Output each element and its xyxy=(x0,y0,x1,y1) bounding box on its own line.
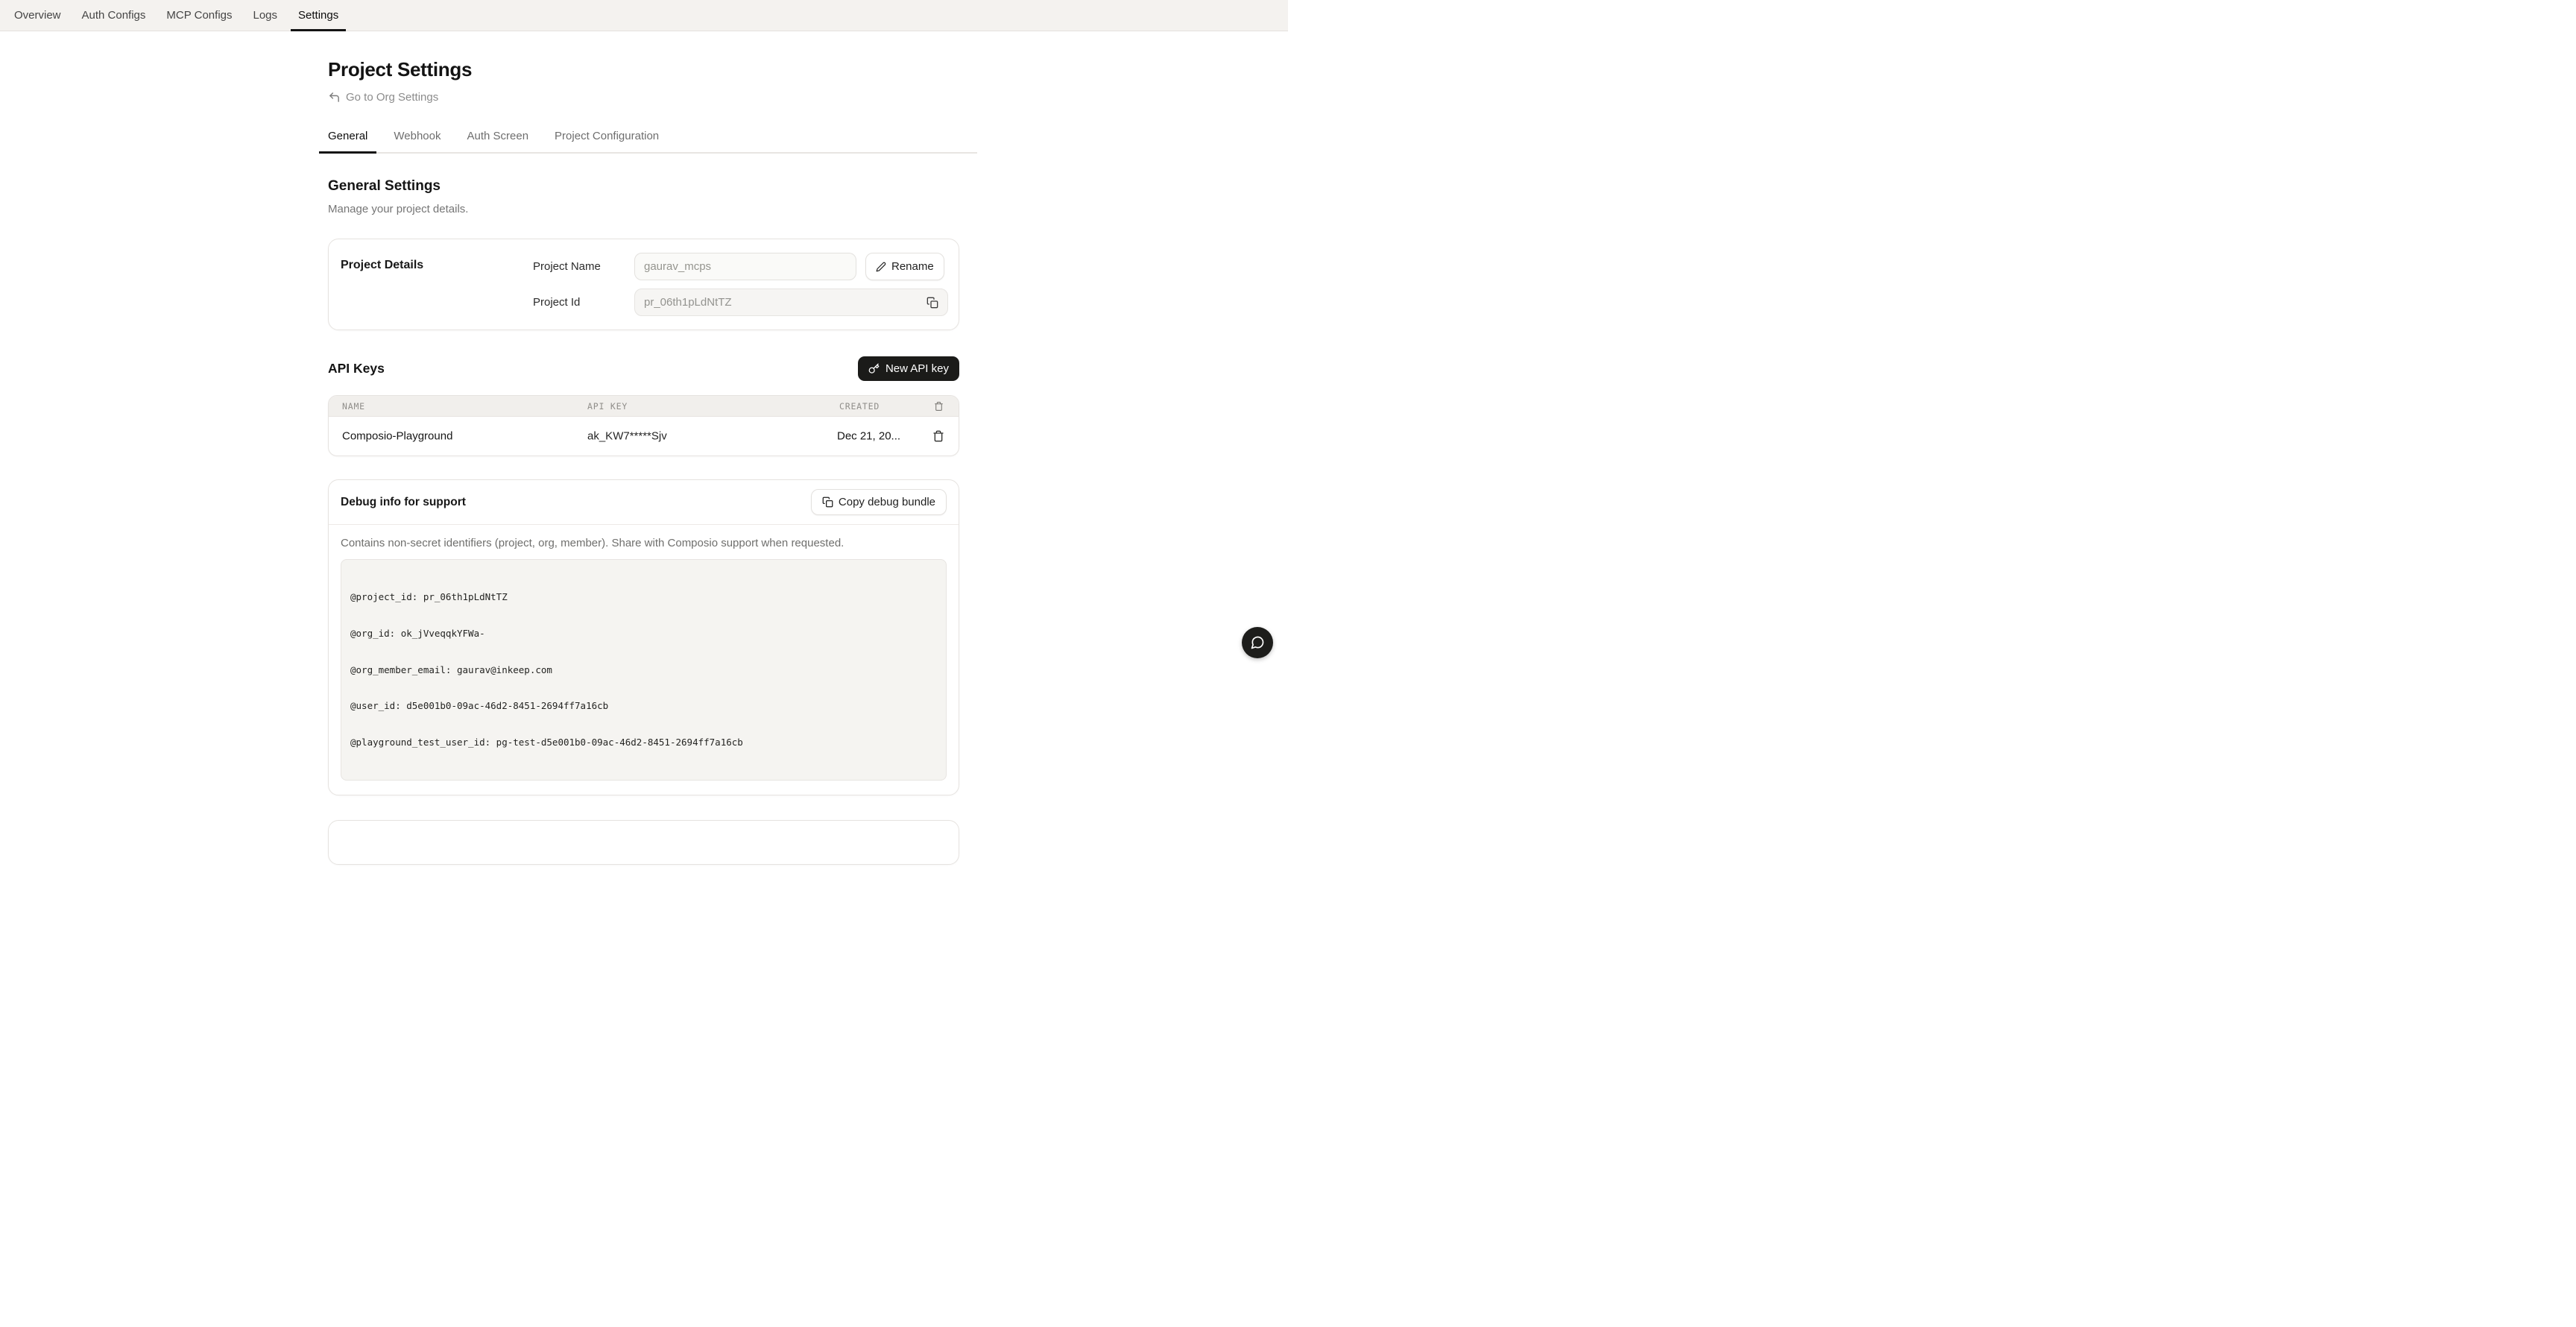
project-details-card: Project Details Project Name Rename Proj… xyxy=(328,239,959,330)
tab-webhook[interactable]: Webhook xyxy=(385,130,449,154)
rename-label: Rename xyxy=(891,260,934,273)
tab-auth-screen[interactable]: Auth Screen xyxy=(458,130,537,154)
new-api-key-label: New API key xyxy=(886,362,949,375)
debug-line-project-id: @project_id: pr_06th1pLdNtTZ xyxy=(350,591,937,603)
tab-general[interactable]: General xyxy=(319,130,376,154)
project-details-fields: Project Name Rename Project Id pr_06th1p… xyxy=(533,253,948,316)
project-details-title: Project Details xyxy=(341,253,533,316)
go-to-org-settings-label: Go to Org Settings xyxy=(346,91,438,104)
general-settings-heading: General Settings xyxy=(328,178,1288,195)
support-chat-button[interactable] xyxy=(1242,627,1273,658)
trash-icon xyxy=(934,401,944,411)
nav-item-mcp-configs[interactable]: MCP Configs xyxy=(159,0,239,31)
debug-card-header: Debug info for support Copy debug bundle xyxy=(329,480,959,525)
general-settings-subheading: Manage your project details. xyxy=(328,203,1288,215)
api-key-name: Composio-Playground xyxy=(342,430,452,443)
debug-bundle-code-block: @project_id: pr_06th1pLdNtTZ @org_id: ok… xyxy=(341,559,947,781)
settings-tabs: General Webhook Auth Screen Project Conf… xyxy=(319,130,977,154)
pencil-icon xyxy=(876,262,886,272)
next-section-card-partial xyxy=(328,820,959,865)
project-name-label: Project Name xyxy=(533,260,634,273)
delete-all-keys-button[interactable] xyxy=(934,401,944,411)
api-key-row: Composio-Playground ak_KW7*****Sjv Dec 2… xyxy=(329,417,959,456)
debug-description: Contains non-secret identifiers (project… xyxy=(341,537,947,549)
copy-debug-bundle-label: Copy debug bundle xyxy=(839,496,935,508)
nav-item-logs[interactable]: Logs xyxy=(246,0,285,31)
copy-icon xyxy=(926,297,938,309)
project-id-box: pr_06th1pLdNtTZ xyxy=(634,289,948,316)
tab-project-configuration[interactable]: Project Configuration xyxy=(546,130,668,154)
copy-debug-bundle-button[interactable]: Copy debug bundle xyxy=(811,489,947,515)
copy-project-id-button[interactable] xyxy=(926,297,938,309)
debug-line-user-id: @user_id: d5e001b0-09ac-46d2-8451-2694ff… xyxy=(350,700,937,712)
corner-up-left-icon xyxy=(328,91,341,104)
project-id-row: Project Id pr_06th1pLdNtTZ xyxy=(533,289,948,316)
trash-icon xyxy=(932,430,944,442)
nav-item-settings[interactable]: Settings xyxy=(291,0,346,31)
nav-item-overview[interactable]: Overview xyxy=(7,0,69,31)
column-header-api-key: API KEY xyxy=(587,401,628,412)
project-name-input[interactable] xyxy=(634,253,856,280)
top-nav: Overview Auth Configs MCP Configs Logs S… xyxy=(0,0,1288,31)
chat-bubble-icon xyxy=(1250,635,1265,650)
debug-line-playground-test-user-id: @playground_test_user_id: pg-test-d5e001… xyxy=(350,737,937,748)
project-id-label: Project Id xyxy=(533,296,634,309)
key-icon xyxy=(868,363,880,374)
delete-api-key-button[interactable] xyxy=(932,430,944,442)
project-name-row: Project Name Rename xyxy=(533,253,948,280)
debug-card-title: Debug info for support xyxy=(341,496,466,509)
api-keys-table-header: NAME API KEY CREATED xyxy=(329,396,959,417)
debug-line-org-member-email: @org_member_email: gaurav@inkeep.com xyxy=(350,664,937,676)
debug-line-org-id: @org_id: ok_jVveqqkYFWa- xyxy=(350,628,937,640)
column-header-name: NAME xyxy=(342,401,365,412)
rename-button[interactable]: Rename xyxy=(865,253,944,280)
nav-item-auth-configs[interactable]: Auth Configs xyxy=(75,0,154,31)
main-content: Project Settings Go to Org Settings Gene… xyxy=(0,58,1288,865)
api-keys-heading: API Keys xyxy=(328,361,385,376)
go-to-org-settings-link[interactable]: Go to Org Settings xyxy=(328,91,438,104)
column-header-created: CREATED xyxy=(839,401,880,412)
page-title: Project Settings xyxy=(328,58,1288,81)
debug-card-body: Contains non-secret identifiers (project… xyxy=(329,525,959,795)
new-api-key-button[interactable]: New API key xyxy=(858,356,959,381)
api-key-value: ak_KW7*****Sjv xyxy=(587,430,667,443)
copy-icon xyxy=(822,497,833,508)
project-id-value: pr_06th1pLdNtTZ xyxy=(644,296,732,309)
api-keys-table: NAME API KEY CREATED Composio-Playground… xyxy=(328,395,959,456)
api-keys-header: API Keys New API key xyxy=(328,356,959,381)
debug-info-card: Debug info for support Copy debug bundle… xyxy=(328,479,959,795)
api-key-created: Dec 21, 20... xyxy=(837,430,900,443)
